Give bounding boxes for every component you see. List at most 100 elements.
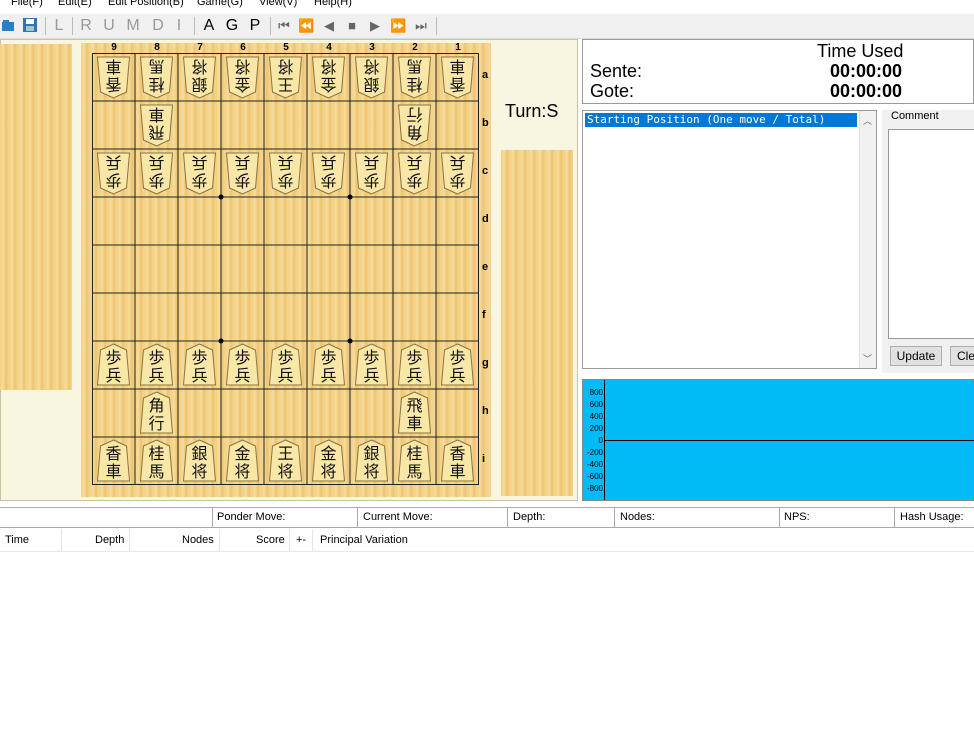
- toolbar-separator: [72, 17, 73, 35]
- toolbar-i-button[interactable]: I: [174, 16, 184, 36]
- sente-piece-stand[interactable]: [501, 150, 573, 496]
- piece-char: 銀: [191, 75, 207, 94]
- toolbar-r-button[interactable]: R: [79, 16, 93, 36]
- piece-char: 兵: [449, 153, 465, 172]
- board-star-point: [347, 194, 353, 200]
- col-depth[interactable]: Depth: [95, 534, 124, 546]
- shogi-piece[interactable]: 角行: [139, 391, 174, 434]
- last-move-icon[interactable]: ⏭: [413, 16, 429, 36]
- shogi-piece[interactable]: 桂馬: [397, 439, 432, 482]
- shogi-piece[interactable]: 歩兵: [182, 343, 217, 386]
- move-list[interactable]: Starting Position (One move / Total) ︿ ﹀: [582, 110, 877, 369]
- clear-button[interactable]: Cle: [950, 346, 974, 366]
- menu-edit-position[interactable]: Edit Position(B): [108, 0, 184, 8]
- board-star-point: [218, 338, 224, 344]
- move-list-scrollbar[interactable]: ︿ ﹀: [859, 111, 876, 368]
- shogi-piece[interactable]: 歩兵: [139, 152, 174, 195]
- toolbar-d-button[interactable]: D: [150, 16, 166, 36]
- shogi-piece[interactable]: 金将: [311, 439, 346, 482]
- shogi-piece[interactable]: 歩兵: [96, 152, 131, 195]
- scroll-down-icon[interactable]: ﹀: [863, 352, 872, 365]
- toolbar-g-button[interactable]: G: [224, 16, 240, 36]
- shogi-piece[interactable]: 歩兵: [182, 152, 217, 195]
- shogi-piece[interactable]: 王将: [268, 439, 303, 482]
- col-principal-variation[interactable]: Principal Variation: [320, 534, 408, 546]
- shogi-piece[interactable]: 金将: [311, 56, 346, 99]
- shogi-piece[interactable]: 王将: [268, 56, 303, 99]
- back-one-icon[interactable]: ◀: [321, 16, 337, 36]
- piece-char: 香: [449, 444, 465, 463]
- open-file-icon[interactable]: [1, 18, 15, 32]
- scroll-up-icon[interactable]: ︿: [863, 114, 872, 127]
- col-nodes[interactable]: Nodes: [182, 534, 214, 546]
- shogi-piece[interactable]: 歩兵: [311, 152, 346, 195]
- toolbar-m-button[interactable]: M: [124, 16, 142, 36]
- forward-ten-icon[interactable]: ⏩: [390, 16, 406, 36]
- shogi-piece[interactable]: 桂馬: [139, 439, 174, 482]
- shogi-piece[interactable]: 歩兵: [268, 152, 303, 195]
- toolbar-a-button[interactable]: A: [201, 16, 217, 36]
- piece-char: 将: [363, 57, 379, 76]
- shogi-piece[interactable]: 香車: [96, 439, 131, 482]
- menu-help[interactable]: Help(H): [314, 0, 352, 8]
- piece-char: 王: [277, 444, 293, 463]
- stop-icon[interactable]: ■: [344, 16, 360, 36]
- piece-char: 兵: [406, 366, 422, 385]
- col-time[interactable]: Time: [5, 534, 29, 546]
- shogi-piece[interactable]: 歩兵: [397, 152, 432, 195]
- shogi-piece[interactable]: 飛車: [397, 391, 432, 434]
- shogi-piece[interactable]: 金将: [225, 56, 260, 99]
- piece-char: 歩: [148, 348, 164, 367]
- shogi-piece[interactable]: 銀将: [182, 439, 217, 482]
- piece-char: 車: [148, 105, 164, 124]
- save-file-icon[interactable]: [22, 17, 38, 33]
- gote-piece-stand[interactable]: [0, 44, 72, 390]
- piece-char: 兵: [148, 153, 164, 172]
- shogi-piece[interactable]: 銀将: [182, 56, 217, 99]
- shogi-piece[interactable]: 銀将: [354, 56, 389, 99]
- shogi-piece[interactable]: 桂馬: [397, 56, 432, 99]
- menu-file[interactable]: File(F): [11, 0, 43, 8]
- toolbar-p-button[interactable]: P: [247, 16, 263, 36]
- shogi-piece[interactable]: 歩兵: [440, 152, 475, 195]
- graph-tick-label: -400: [586, 460, 603, 469]
- shogi-piece[interactable]: 歩兵: [225, 152, 260, 195]
- menu-view[interactable]: View(V): [259, 0, 297, 8]
- forward-one-icon[interactable]: ▶: [367, 16, 383, 36]
- toolbar-u-button[interactable]: U: [101, 16, 117, 36]
- shogi-piece[interactable]: 歩兵: [397, 343, 432, 386]
- shogi-piece[interactable]: 歩兵: [225, 343, 260, 386]
- column-label: 2: [412, 42, 418, 53]
- shogi-piece[interactable]: 香車: [440, 56, 475, 99]
- column-label: 1: [455, 42, 461, 53]
- shogi-piece[interactable]: 歩兵: [268, 343, 303, 386]
- menu-game[interactable]: Game(G): [197, 0, 243, 8]
- shogi-piece[interactable]: 角行: [397, 104, 432, 147]
- toolbar-separator: [270, 17, 271, 35]
- shogi-piece[interactable]: 金将: [225, 439, 260, 482]
- shogi-piece[interactable]: 歩兵: [354, 152, 389, 195]
- back-ten-icon[interactable]: ⏪: [298, 16, 314, 36]
- move-list-item-selected[interactable]: Starting Position (One move / Total): [585, 113, 857, 127]
- col-score[interactable]: Score: [256, 534, 285, 546]
- shogi-piece[interactable]: 歩兵: [96, 343, 131, 386]
- shogi-board[interactable]: 香車桂馬銀将金将王将金将銀将桂馬香車飛車角行歩兵歩兵歩兵歩兵歩兵歩兵歩兵歩兵歩兵…: [92, 53, 479, 485]
- shogi-piece[interactable]: 歩兵: [311, 343, 346, 386]
- shogi-piece[interactable]: 歩兵: [139, 343, 174, 386]
- shogi-piece[interactable]: 香車: [96, 56, 131, 99]
- shogi-piece[interactable]: 銀将: [354, 439, 389, 482]
- shogi-piece[interactable]: 香車: [440, 439, 475, 482]
- shogi-piece[interactable]: 歩兵: [354, 343, 389, 386]
- piece-char: 将: [277, 462, 293, 481]
- menu-edit[interactable]: Edit(E): [58, 0, 92, 8]
- piece-char: 将: [191, 462, 207, 481]
- col-plus-minus[interactable]: +-: [296, 534, 306, 546]
- update-button[interactable]: Update: [890, 346, 942, 366]
- toolbar-l-button[interactable]: L: [52, 16, 66, 36]
- shogi-piece[interactable]: 飛車: [139, 104, 174, 147]
- first-move-icon[interactable]: ⏮: [276, 16, 292, 36]
- comment-textarea[interactable]: [888, 129, 974, 339]
- shogi-piece[interactable]: 歩兵: [440, 343, 475, 386]
- piece-char: 兵: [105, 366, 121, 385]
- shogi-piece[interactable]: 桂馬: [139, 56, 174, 99]
